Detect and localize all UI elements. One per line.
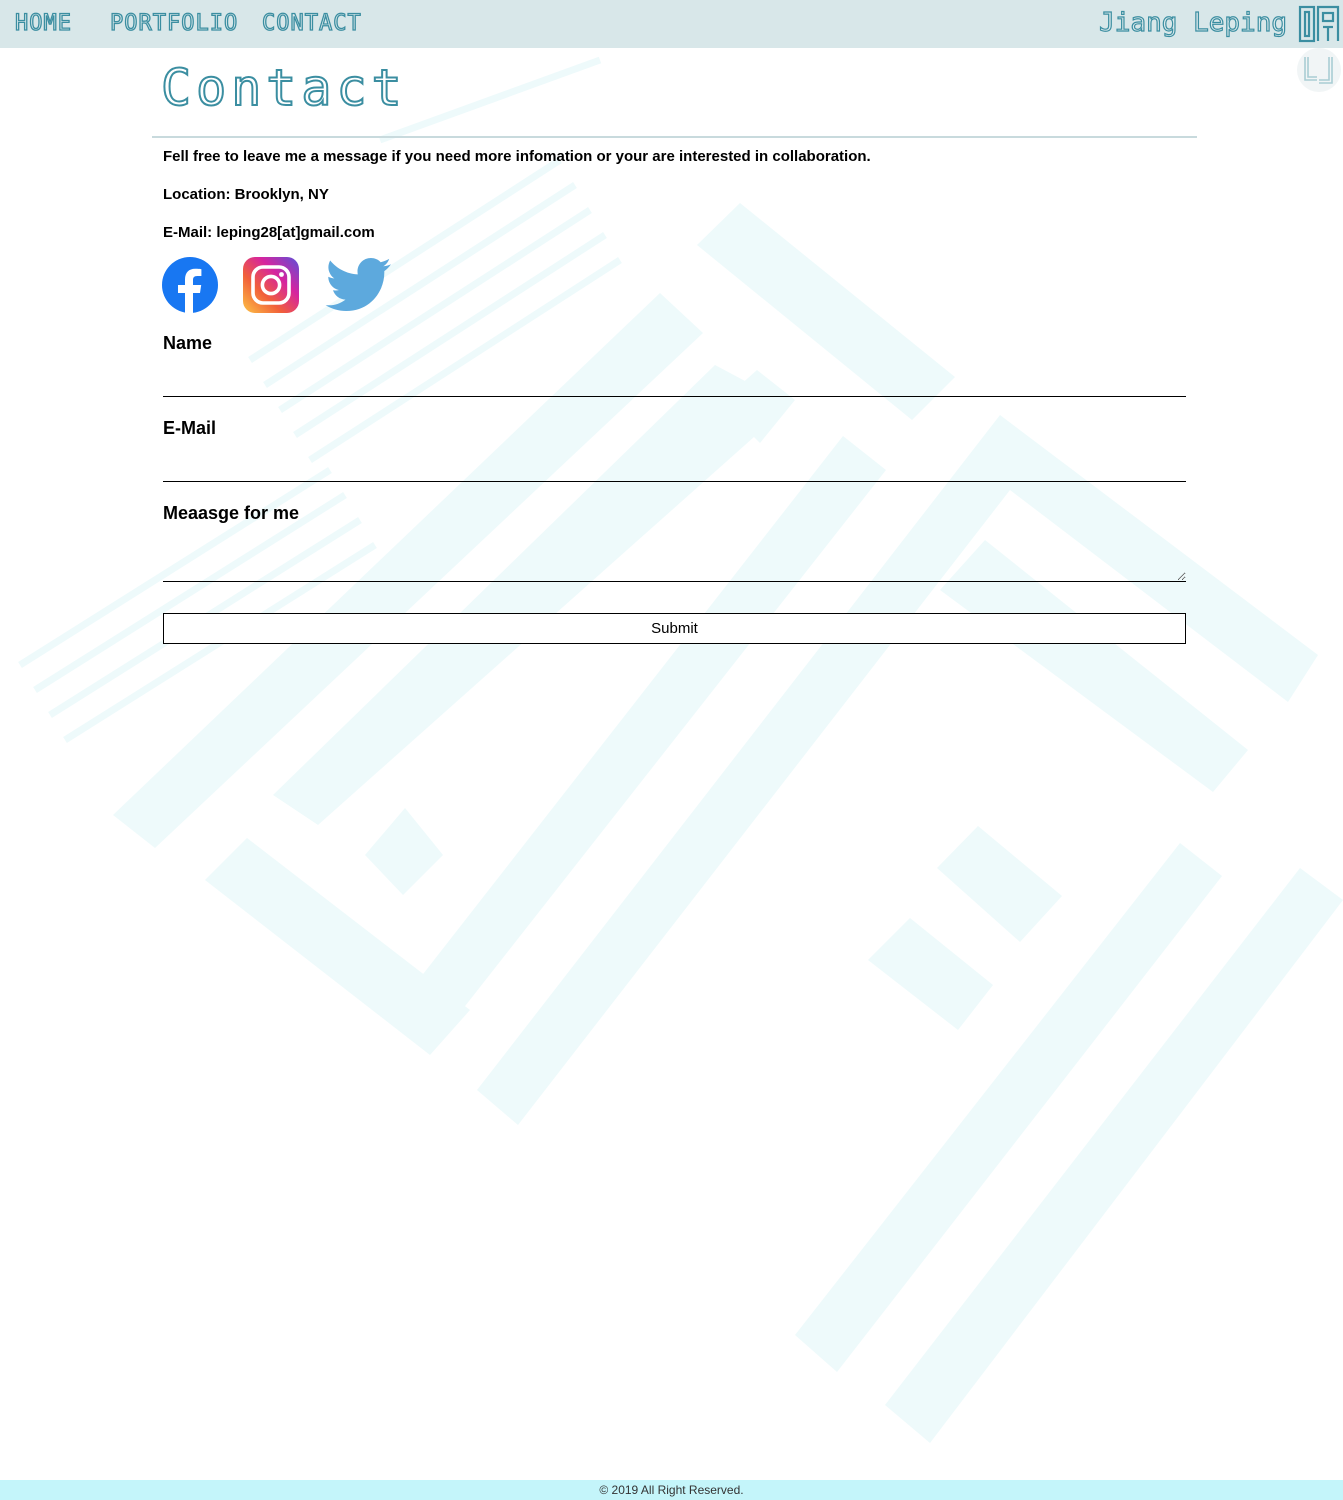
page-title: Contact [160,59,407,117]
footer: © 2019 All Right Reserved. [0,1480,1343,1500]
instagram-link[interactable] [243,257,299,313]
brand-name[interactable]: Jiang Leping [1099,4,1288,42]
twitter-icon [325,258,391,311]
instagram-icon [243,257,299,313]
message-label: Meaasge for me [163,503,300,523]
twitter-link[interactable] [325,257,393,313]
title-divider [152,136,1197,138]
nav-link-portfolio[interactable]: PORTFOLIO [109,6,238,40]
top-navigation-bar: HOME PORTFOLIO CONTACT Jiang Leping [0,0,1343,48]
nav-link-home[interactable]: HOME [14,6,72,40]
intro-text: Fell free to leave me a message if you n… [163,148,871,165]
name-input[interactable] [163,367,1186,397]
main-content: Contact Fell free to leave me a message … [0,0,1343,1500]
email-label: E-Mail [163,418,217,438]
email-text: E-Mail: leping28[at]gmail.com [163,224,375,241]
email-input[interactable] [163,452,1186,482]
brand-logo-icon[interactable] [1298,4,1340,44]
copyright-text: © 2019 All Right Reserved. [599,1483,744,1497]
name-label: Name [163,333,213,353]
facebook-link[interactable] [162,257,218,313]
message-textarea[interactable] [163,532,1186,582]
facebook-icon [162,257,218,313]
location-text: Location: Brooklyn, NY [163,186,329,203]
submit-button[interactable]: Submit [163,613,1186,644]
nav-link-contact[interactable]: CONTACT [261,6,362,40]
